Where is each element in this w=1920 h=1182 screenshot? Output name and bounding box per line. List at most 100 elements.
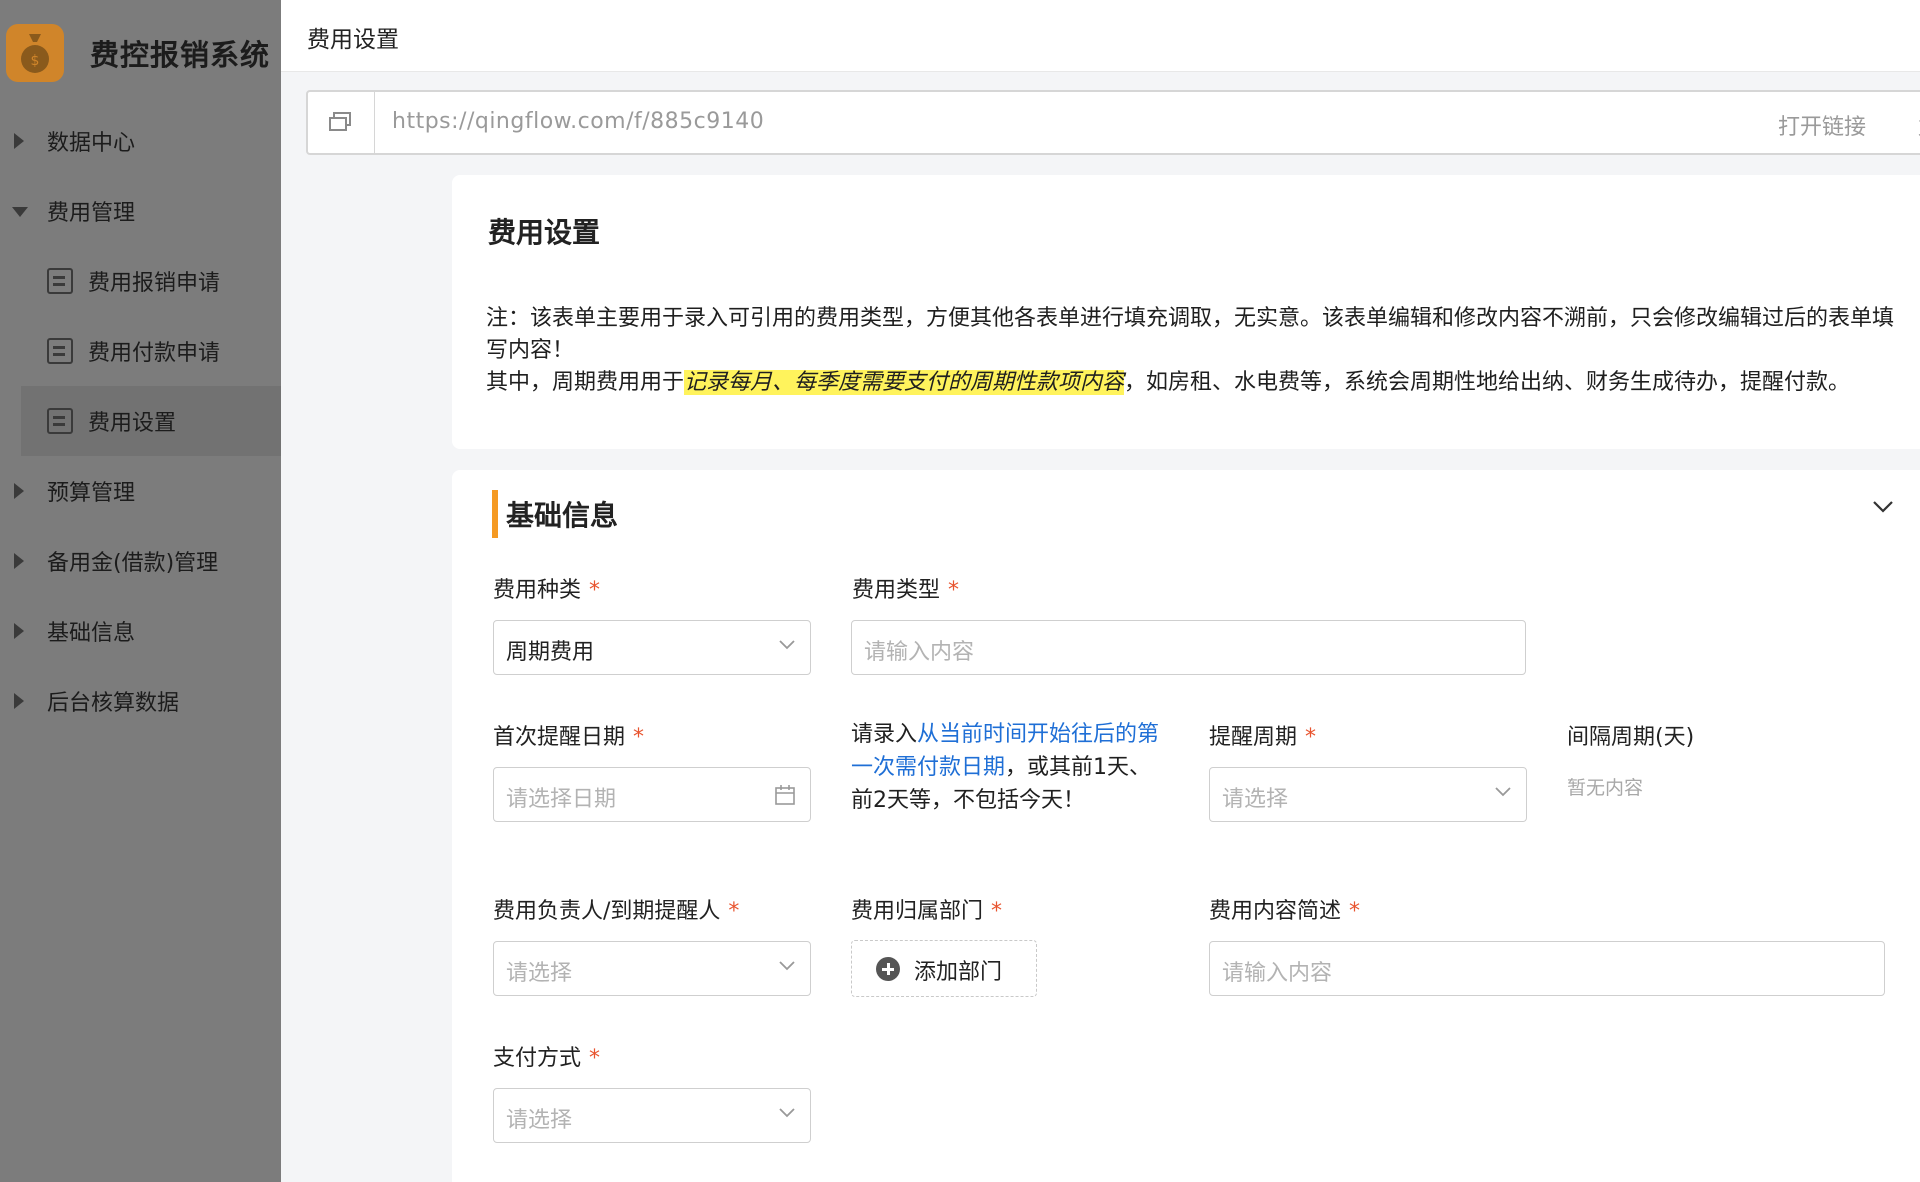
required-mark: *	[589, 578, 601, 603]
type-label: 费用类型 *	[852, 572, 959, 604]
form-title: 费用设置	[488, 216, 601, 249]
first-date-label: 首次提醒日期 *	[493, 719, 644, 751]
app-title: 费控报销系统	[90, 38, 271, 72]
breadcrumb: 费用设置	[307, 27, 399, 53]
required-mark: *	[589, 1046, 601, 1071]
plus-circle-icon	[876, 957, 900, 981]
owner-label: 费用负责人/到期提醒人 *	[493, 893, 739, 925]
caret-down-icon	[12, 207, 28, 217]
required-mark: *	[1349, 899, 1361, 924]
payment-placeholder: 请选择	[506, 1108, 573, 1133]
first-date-picker[interactable]: 请选择日期	[493, 767, 811, 822]
sidebar-item-label: 费用报销申请	[88, 271, 221, 296]
category-value: 周期费用	[506, 640, 595, 665]
form-doc-icon	[47, 408, 73, 434]
interval-label: 间隔周期(天)	[1567, 725, 1695, 750]
calendar-icon	[775, 785, 795, 805]
sidebar-item-label: 后台核算数据	[47, 691, 180, 716]
sidebar-nav: 数据中心 费用管理 费用报销申请 费用付款申请 费用设置 预算管理 备用金(借款…	[0, 106, 281, 736]
sidebar-item-basic-info[interactable]: 基础信息	[0, 596, 281, 666]
type-input[interactable]: 请输入内容	[851, 620, 1526, 675]
first-date-label-text: 首次提醒日期	[493, 725, 626, 750]
svg-text:$: $	[31, 53, 40, 69]
caret-right-icon	[14, 133, 24, 149]
section-accent-bar	[492, 490, 498, 538]
chevron-down-icon	[779, 961, 795, 971]
first-date-placeholder: 请选择日期	[506, 787, 617, 812]
form-doc-icon	[47, 338, 73, 364]
form-note: 注：该表单主要用于录入可引用的费用类型，方便其他各表单进行填充调取，无实意。该表…	[486, 303, 1906, 399]
sidebar-item-payment-request[interactable]: 费用付款申请	[0, 316, 281, 386]
money-bag-logo-icon: $	[6, 24, 64, 82]
sidebar-item-label: 预算管理	[47, 481, 136, 506]
sidebar-item-reimbursement[interactable]: 费用报销申请	[0, 246, 281, 316]
sidebar-item-backend-accounting[interactable]: 后台核算数据	[0, 666, 281, 736]
open-link-button[interactable]: 打开链接	[1778, 109, 1866, 141]
copy-icon	[329, 112, 351, 131]
form-doc-icon	[47, 268, 73, 294]
sidebar-item-label: 基础信息	[47, 621, 136, 646]
chevron-down-icon	[779, 1108, 795, 1118]
copy-link-button[interactable]	[308, 92, 375, 153]
sidebar-item-label: 备用金(借款)管理	[47, 551, 219, 576]
required-mark: *	[991, 899, 1003, 924]
sidebar-item-expense-mgmt[interactable]: 费用管理	[0, 176, 281, 246]
payment-label: 支付方式 *	[493, 1040, 600, 1072]
caret-right-icon	[14, 693, 24, 709]
section-title: 基础信息	[506, 499, 619, 532]
caret-right-icon	[14, 623, 24, 639]
sidebar: $ 费控报销系统 数据中心 费用管理 费用报销申请 费用付款申请 费用设置 预算…	[0, 0, 281, 1182]
share-link-bar: https://qingflow.com/f/885c9140 打开链接 复	[306, 90, 1920, 155]
owner-select[interactable]: 请选择	[493, 941, 811, 996]
sidebar-item-petty-cash[interactable]: 备用金(借款)管理	[0, 526, 281, 596]
chevron-down-icon	[779, 640, 795, 650]
sidebar-item-label: 数据中心	[47, 131, 136, 156]
payment-label-text: 支付方式	[493, 1046, 582, 1071]
interval-value: 暂无内容	[1567, 777, 1644, 799]
dept-label: 费用归属部门 *	[851, 893, 1002, 925]
chevron-down-icon	[1495, 787, 1511, 797]
sidebar-item-label: 费用付款申请	[88, 341, 221, 366]
sidebar-item-expense-settings[interactable]: 费用设置	[21, 386, 281, 456]
cycle-label: 提醒周期 *	[1209, 719, 1316, 751]
category-label-text: 费用种类	[493, 578, 582, 603]
sidebar-item-data-center[interactable]: 数据中心	[0, 106, 281, 176]
collapse-chevron-icon[interactable]	[1872, 500, 1894, 514]
desc-placeholder: 请输入内容	[1222, 961, 1333, 986]
note-line-1: 注：该表单主要用于录入可引用的费用类型，方便其他各表单进行填充调取，无实意。该表…	[486, 306, 1895, 363]
payment-select[interactable]: 请选择	[493, 1088, 811, 1143]
cycle-label-text: 提醒周期	[1209, 725, 1298, 750]
caret-right-icon	[14, 553, 24, 569]
sidebar-item-budget[interactable]: 预算管理	[0, 456, 281, 526]
desc-input[interactable]: 请输入内容	[1209, 941, 1885, 996]
first-date-hint: 请录入从当前时间开始往后的第一次需付款日期，或其前1天、前2天等，不包括今天！	[851, 718, 1171, 817]
note-line-2: 其中，周期费用用于记录每月、每季度需要支付的周期性款项内容，如房租、水电费等，系…	[486, 367, 1906, 399]
brand: $ 费控报销系统	[0, 0, 281, 106]
sidebar-item-label: 费用管理	[47, 201, 136, 226]
category-select[interactable]: 周期费用	[493, 620, 811, 675]
add-department-button[interactable]: 添加部门	[851, 940, 1037, 997]
form-description-card: 费用设置 注：该表单主要用于录入可引用的费用类型，方便其他各表单进行填充调取，无…	[452, 175, 1920, 449]
share-url-input[interactable]: https://qingflow.com/f/885c9140	[392, 109, 764, 134]
basic-info-section: 基础信息 费用种类 * 周期费用 费用类型 * 请输入内容 首次提醒日期 * 请选择日…	[452, 470, 1920, 1182]
required-mark: *	[633, 725, 645, 750]
owner-placeholder: 请选择	[506, 961, 573, 986]
type-label-text: 费用类型	[852, 578, 941, 603]
note-line-2-prefix: 其中，周期费用用于	[486, 370, 685, 395]
desc-label-text: 费用内容简述	[1209, 899, 1342, 924]
note-highlight: 记录每月、每季度需要支付的周期性款项内容	[684, 370, 1125, 395]
required-mark: *	[948, 578, 960, 603]
required-mark: *	[728, 899, 740, 924]
category-label: 费用种类 *	[493, 572, 600, 604]
type-placeholder: 请输入内容	[864, 640, 975, 665]
owner-label-text: 费用负责人/到期提醒人	[493, 899, 721, 924]
desc-label: 费用内容简述 *	[1209, 893, 1360, 925]
caret-right-icon	[14, 483, 24, 499]
required-mark: *	[1305, 725, 1317, 750]
cycle-placeholder: 请选择	[1222, 787, 1289, 812]
hint-prefix: 请录入	[851, 722, 918, 747]
cycle-select[interactable]: 请选择	[1209, 767, 1527, 822]
dept-label-text: 费用归属部门	[851, 899, 984, 924]
top-bar: 费用设置	[281, 0, 1920, 72]
note-line-2-suffix: ，如房租、水电费等，系统会周期性地给出纳、财务生成待办，提醒付款。	[1124, 370, 1851, 395]
